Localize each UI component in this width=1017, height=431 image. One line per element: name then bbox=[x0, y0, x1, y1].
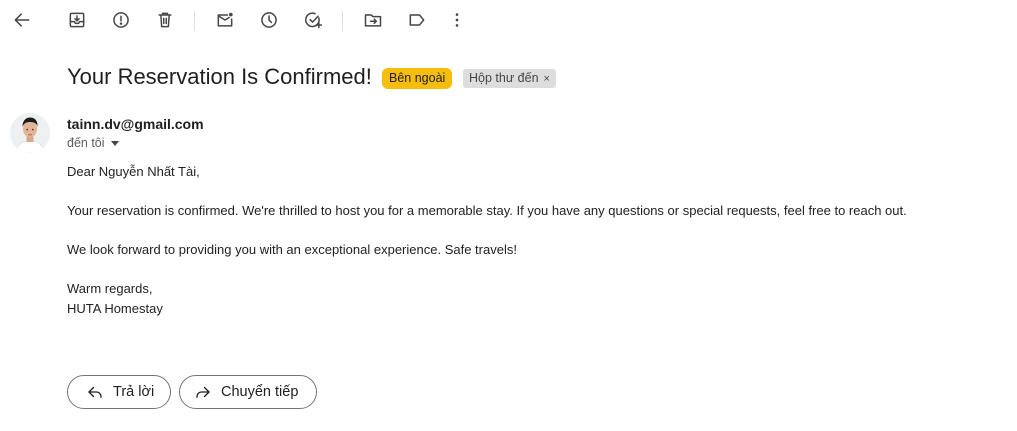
archive-icon[interactable] bbox=[65, 8, 89, 32]
forward-button[interactable]: Chuyển tiếp bbox=[179, 375, 317, 409]
caret-down-icon bbox=[110, 141, 119, 147]
forward-label: Chuyển tiếp bbox=[221, 384, 299, 400]
snooze-icon[interactable] bbox=[257, 8, 281, 32]
mark-unread-icon[interactable] bbox=[213, 8, 237, 32]
forward-icon bbox=[194, 383, 212, 401]
reply-label: Trả lời bbox=[113, 384, 155, 400]
reply-icon bbox=[86, 383, 104, 401]
more-options-icon[interactable] bbox=[445, 8, 469, 32]
recipient-details-toggle[interactable]: đến tôi bbox=[67, 136, 119, 150]
remove-label-icon[interactable]: × bbox=[544, 73, 550, 85]
report-spam-icon[interactable] bbox=[109, 8, 133, 32]
toolbar-divider bbox=[342, 11, 343, 31]
body-greeting: Dear Nguyễn Nhất Tài, bbox=[67, 164, 200, 179]
body-closing: Warm regards, bbox=[67, 281, 153, 296]
toolbar-divider bbox=[194, 11, 195, 31]
body-paragraph-1: Your reservation is confirmed. We're thr… bbox=[67, 203, 907, 218]
inbox-label-text: Hộp thư đến bbox=[469, 71, 539, 85]
body-signature: HUTA Homestay bbox=[67, 301, 163, 316]
avatar[interactable] bbox=[10, 113, 50, 153]
reply-button[interactable]: Trả lời bbox=[67, 375, 171, 409]
move-to-icon[interactable] bbox=[361, 8, 385, 32]
back-arrow-icon[interactable] bbox=[10, 8, 34, 32]
person-photo-icon bbox=[10, 113, 50, 153]
to-me-label: đến tôi bbox=[67, 136, 105, 150]
body-paragraph-2: We look forward to providing you with an… bbox=[67, 242, 517, 257]
inbox-label-badge: Hộp thư đến × bbox=[463, 69, 556, 88]
delete-icon[interactable] bbox=[153, 8, 177, 32]
label-icon[interactable] bbox=[405, 8, 429, 32]
external-label-badge: Bên ngoài bbox=[382, 68, 453, 89]
email-subject: Your Reservation Is Confirmed! bbox=[67, 64, 372, 89]
add-to-tasks-icon[interactable] bbox=[301, 8, 325, 32]
sender-email: tainn.dv@gmail.com bbox=[67, 116, 204, 132]
